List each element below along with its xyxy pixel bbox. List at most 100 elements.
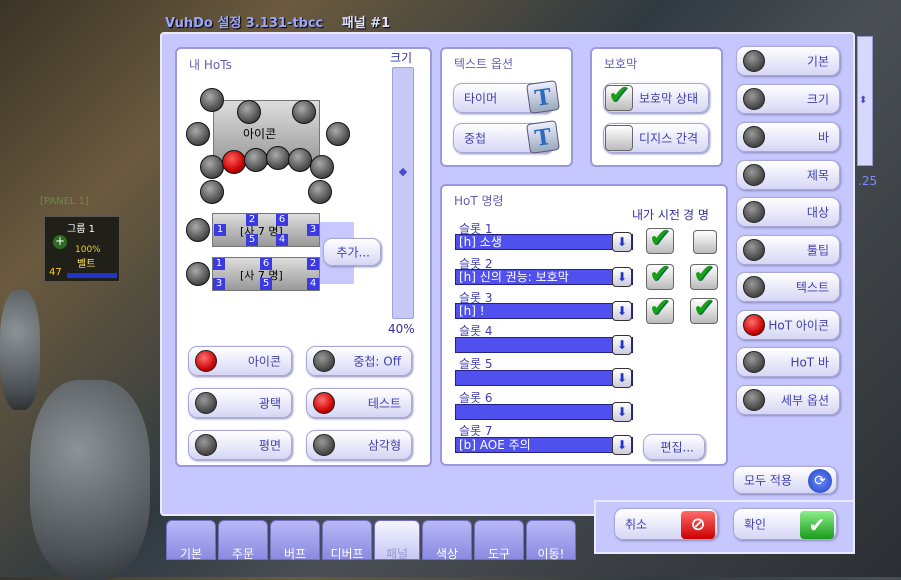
dropdown-arrow-icon[interactable]: ⬇ xyxy=(612,301,632,321)
tab-move[interactable]: 이동! xyxy=(526,520,576,561)
radio-off-icon xyxy=(743,201,765,223)
edit-button[interactable]: 편집... xyxy=(643,434,705,460)
tab-label: 버프 xyxy=(283,547,307,561)
cancel-button[interactable]: 취소 ⊘ xyxy=(614,508,718,540)
background-rock xyxy=(30,380,150,580)
bar1-slot-number: 1 xyxy=(214,224,226,236)
tab-label: 기본 xyxy=(179,547,203,561)
hot-slot-icon[interactable] xyxy=(266,146,290,170)
size-slider[interactable]: ◆ xyxy=(392,67,414,319)
hot-slot-icon[interactable] xyxy=(200,180,224,204)
shield-status-checkbox[interactable]: ✔ xyxy=(605,80,633,111)
test-button[interactable]: 테스트 xyxy=(306,388,412,418)
hot-slot-icon[interactable] xyxy=(326,122,350,146)
bar-slot-icon[interactable] xyxy=(186,262,210,286)
right-scrollbar[interactable]: ⬍ xyxy=(857,36,873,166)
tab-colors[interactable]: 색상 xyxy=(422,520,472,561)
radio-off-icon xyxy=(743,389,765,411)
hot-slot-icon[interactable] xyxy=(186,122,210,146)
slot-dropdown[interactable]: [h] 신의 권능: 보호막 ⬇ xyxy=(455,267,633,287)
interval-checkbox[interactable] xyxy=(605,125,633,151)
tab-buffs[interactable]: 버프 xyxy=(270,520,320,561)
hot-slot-icon[interactable] xyxy=(288,148,312,172)
side-menu-bar[interactable]: 바 xyxy=(736,122,840,152)
side-menu-label: 크기 xyxy=(806,92,829,107)
radio-off-icon xyxy=(743,50,765,72)
button-label: 중첩: Off xyxy=(353,354,401,369)
style-triangle-button[interactable]: 삼각형 xyxy=(306,430,412,460)
tab-panel[interactable]: 패널 xyxy=(374,520,420,561)
tab-debuffs[interactable]: 디버프 xyxy=(322,520,372,561)
side-menu-label: 대상 xyxy=(806,205,829,220)
unit-number: 47 xyxy=(49,267,62,278)
stack-text-button[interactable]: 중첩 T xyxy=(453,120,560,154)
side-menu-tooltip[interactable]: 툴팁 xyxy=(736,235,840,265)
add-button[interactable]: 추가... xyxy=(323,238,381,266)
style-glossy-button[interactable]: 광택 xyxy=(188,388,292,418)
hot-slot-icon[interactable] xyxy=(200,88,224,112)
stack-text-label: 중첩 xyxy=(464,131,487,146)
slot-mine-checkbox[interactable]: ✔ xyxy=(646,293,674,324)
tab-tools[interactable]: 도구 xyxy=(474,520,524,561)
slider-thumb-icon[interactable]: ◆ xyxy=(395,164,411,180)
window-title: VuhDo 설정 3.131-tbcc 패널 #1 xyxy=(165,12,390,31)
bar2-slot-number: 3 xyxy=(213,278,225,290)
bar-slot-icon[interactable] xyxy=(186,218,210,242)
radio-off-icon xyxy=(313,350,335,372)
hot-slot-icon[interactable] xyxy=(308,180,332,204)
hot-slot-icon[interactable] xyxy=(292,100,316,124)
slot-dropdown[interactable]: ⬇ xyxy=(455,368,633,388)
hot-slot-icon-active[interactable] xyxy=(222,150,246,174)
dropdown-arrow-icon[interactable]: ⬇ xyxy=(612,232,632,252)
timer-button[interactable]: 타이머 T xyxy=(453,80,560,114)
tab-label: 이동! xyxy=(537,547,565,561)
hot-slot-icon[interactable] xyxy=(244,148,268,172)
hot-slot-icon[interactable] xyxy=(200,155,224,179)
radio-on-icon xyxy=(195,350,217,372)
slot-other-checkbox[interactable] xyxy=(693,230,717,254)
group-label: 그룹 1 xyxy=(67,224,95,235)
slot-mine-checkbox[interactable]: ✔ xyxy=(646,259,674,290)
raid-unit-frame[interactable]: 그룹 1 + 100% 벨트 47 xyxy=(44,216,120,282)
side-menu-size[interactable]: 크기 xyxy=(736,84,840,114)
checkmark-icon: ✔ xyxy=(608,80,630,110)
slot-other-checkbox[interactable]: ✔ xyxy=(690,259,718,290)
side-menu-label: 텍스트 xyxy=(795,280,829,295)
side-menu-label: HoT 아이콘 xyxy=(768,318,829,333)
slot-dropdown[interactable]: [h] 소생 ⬇ xyxy=(455,232,633,252)
tab-basic[interactable]: 기본 xyxy=(166,520,216,561)
stack-button[interactable]: 중첩: Off xyxy=(306,346,412,376)
panel-title: 패널 #1 xyxy=(341,16,391,31)
ok-button[interactable]: 확인 ✔ xyxy=(733,508,837,540)
hot-slot-icon[interactable] xyxy=(237,100,261,124)
ok-check-icon: ✔ xyxy=(800,511,834,539)
style-flat-button[interactable]: 평면 xyxy=(188,430,292,460)
dropdown-arrow-icon[interactable]: ⬇ xyxy=(612,267,632,287)
tab-spells[interactable]: 주문 xyxy=(218,520,268,561)
apply-all-button[interactable]: 모두 적용 ⟳ xyxy=(733,466,837,494)
side-menu-hot-icon[interactable]: HoT 아이콘 xyxy=(736,310,840,340)
style-icon-button[interactable]: 아이콘 xyxy=(188,346,292,376)
slot-other-checkbox[interactable]: ✔ xyxy=(690,293,718,324)
dropdown-arrow-icon[interactable]: ⬇ xyxy=(612,335,632,355)
dropdown-arrow-icon[interactable]: ⬇ xyxy=(612,402,632,422)
timer-label: 타이머 xyxy=(464,91,498,106)
side-menu-detail[interactable]: 세부 옵션 xyxy=(736,385,840,415)
slot-dropdown[interactable]: ⬇ xyxy=(455,335,633,355)
col-other-header: 경 명 xyxy=(683,208,709,222)
side-menu-title[interactable]: 제목 xyxy=(736,160,840,190)
slot-dropdown[interactable]: [b] AOE 주의 ⬇ xyxy=(455,435,633,455)
col-mine-header: 내가 시전 xyxy=(632,208,680,222)
side-menu-text[interactable]: 텍스트 xyxy=(736,272,840,302)
slot-dropdown[interactable]: [h] ! ⬇ xyxy=(455,301,633,321)
side-menu-target[interactable]: 대상 xyxy=(736,197,840,227)
side-menu-hot-bar[interactable]: HoT 바 xyxy=(736,347,840,377)
dropdown-arrow-icon[interactable]: ⬇ xyxy=(612,368,632,388)
hot-slot-icon[interactable] xyxy=(310,155,334,179)
checkmark-icon: ✔ xyxy=(649,223,671,253)
slot-dropdown[interactable]: ⬇ xyxy=(455,402,633,422)
slot-value: [b] AOE 주의 xyxy=(459,438,531,452)
dropdown-arrow-icon[interactable]: ⬇ xyxy=(612,435,632,455)
slot-mine-checkbox[interactable]: ✔ xyxy=(646,223,674,254)
side-menu-basic[interactable]: 기본 xyxy=(736,46,840,76)
